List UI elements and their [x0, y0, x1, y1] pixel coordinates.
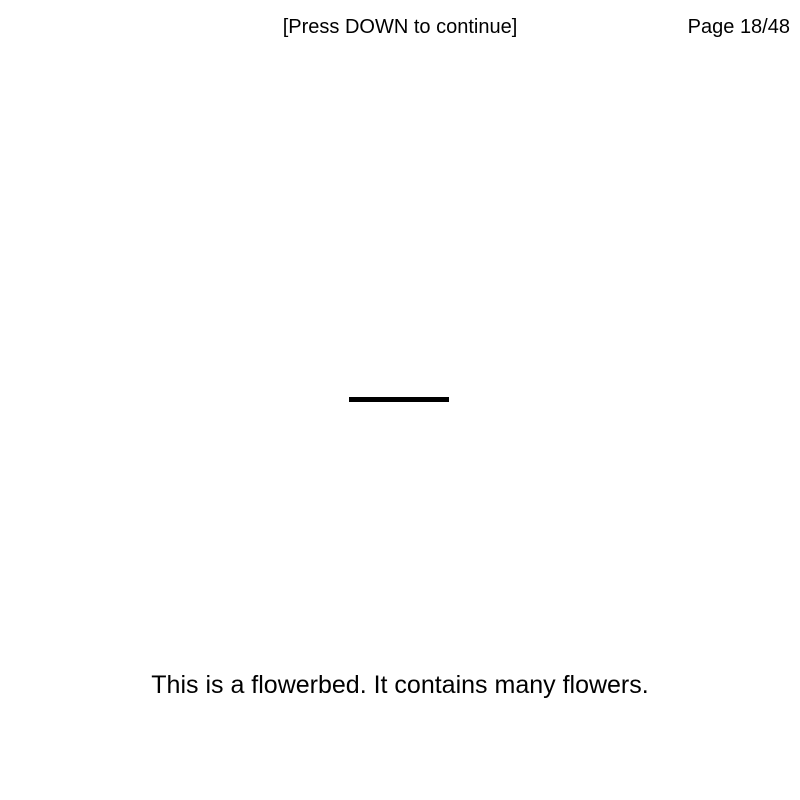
page-counter: Page 18/48	[687, 16, 790, 38]
continue-prompt: [Press DOWN to continue]	[282, 16, 518, 38]
scene-caption: This is a flowerbed. It contains many fl…	[151, 671, 649, 699]
game-screen[interactable]: [Press DOWN to continue] Page 18/48 This…	[0, 0, 800, 800]
flowerbed-line	[349, 397, 449, 402]
